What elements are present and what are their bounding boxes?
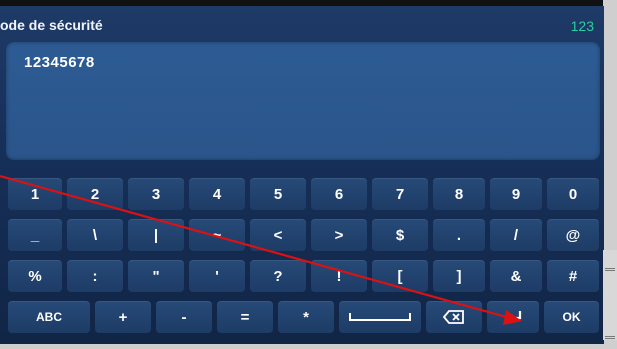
key-dollar[interactable]: $ [372,219,428,251]
security-code-field[interactable]: 12345678 [6,42,600,160]
frame-edge [603,250,617,340]
key-3[interactable]: 3 [128,178,184,210]
key-less-than[interactable]: < [250,219,306,251]
key-colon[interactable]: : [67,260,123,292]
key-4[interactable]: 4 [189,178,245,210]
key-percent[interactable]: % [8,260,62,292]
key-exclamation[interactable]: ! [311,260,367,292]
key-6[interactable]: 6 [311,178,367,210]
key-underscore[interactable]: _ [8,219,62,251]
key-7[interactable]: 7 [372,178,428,210]
key-single-quote[interactable]: ' [189,260,245,292]
key-question[interactable]: ? [250,260,306,292]
page-title: ode de sécurité [0,17,103,33]
security-code-value: 12345678 [24,54,95,71]
space-key[interactable] [339,301,421,333]
screen: ode de sécurité 123 12345678 1 2 3 4 5 6… [0,6,604,344]
key-double-quote[interactable]: " [128,260,184,292]
key-plus[interactable]: + [95,301,151,333]
backspace-icon [443,310,464,324]
key-2[interactable]: 2 [67,178,123,210]
key-tilde[interactable]: ~ [189,219,245,251]
key-equals[interactable]: = [217,301,273,333]
input-mode-indicator[interactable]: 123 [571,18,594,34]
key-at[interactable]: @ [547,219,599,251]
key-pipe[interactable]: | [128,219,184,251]
on-screen-keyboard: 1 2 3 4 5 6 7 8 9 0 _ \ | ~ < > $ . / @ … [0,174,604,344]
key-5[interactable]: 5 [250,178,306,210]
key-8[interactable]: 8 [433,178,485,210]
frame-tick [605,336,615,337]
key-open-bracket[interactable]: [ [372,260,428,292]
key-greater-than[interactable]: > [311,219,367,251]
enter-icon [505,311,522,323]
space-icon [349,313,411,321]
key-0[interactable]: 0 [547,178,599,210]
ok-button[interactable]: OK [544,301,599,333]
key-1[interactable]: 1 [8,178,62,210]
key-close-bracket[interactable]: ] [433,260,485,292]
backspace-key[interactable] [426,301,482,333]
key-period[interactable]: . [433,219,485,251]
key-9[interactable]: 9 [490,178,542,210]
key-ampersand[interactable]: & [490,260,542,292]
enter-key[interactable] [487,301,539,333]
key-slash[interactable]: / [490,219,542,251]
frame-tick [605,268,615,269]
key-minus[interactable]: - [156,301,212,333]
key-backslash[interactable]: \ [67,219,123,251]
key-hash[interactable]: # [547,260,599,292]
key-star[interactable]: * [278,301,334,333]
frame-tick [605,270,615,271]
abc-mode-button[interactable]: ABC [8,301,90,333]
frame-tick [605,338,615,339]
